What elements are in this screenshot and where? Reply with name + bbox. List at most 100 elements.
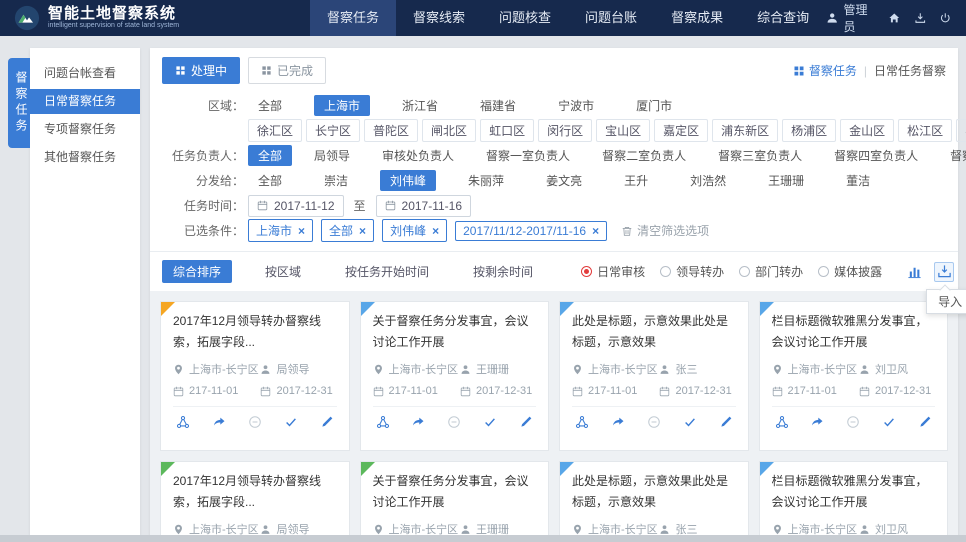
task-card[interactable]: 栏目标题微软雅黑分发事宜，会议讨论工作开展 上海市-长宁区 bbox=[759, 301, 949, 451]
assignee-option[interactable]: 崇洁 bbox=[314, 170, 358, 191]
top-nav-item[interactable]: 督察线索 bbox=[396, 0, 482, 36]
status-tab[interactable]: 处理中 bbox=[162, 57, 240, 84]
top-nav-item[interactable]: 问题台账 bbox=[568, 0, 654, 36]
sidebar-item[interactable]: 专项督察任务 bbox=[30, 117, 140, 142]
sort-option[interactable]: 综合排序 bbox=[162, 260, 232, 283]
remove-tag-icon[interactable]: × bbox=[432, 225, 439, 237]
assignee-option[interactable]: 刘伟峰 bbox=[380, 170, 436, 191]
assignee-option[interactable]: 刘浩然 bbox=[680, 170, 736, 191]
top-nav-item[interactable]: 督察成果 bbox=[654, 0, 740, 36]
top-nav-item[interactable]: 综合查询 bbox=[740, 0, 826, 36]
district-chip[interactable]: 浦东新区 bbox=[712, 119, 778, 142]
transfer-share-icon[interactable] bbox=[575, 415, 589, 429]
region-option[interactable]: 全部 bbox=[248, 95, 292, 116]
clear-filters-button[interactable]: 清空筛选选项 bbox=[621, 222, 709, 239]
district-chip[interactable]: 普陀区 bbox=[364, 119, 418, 142]
task-card[interactable]: 此处是标题，示意效果此处是标题，示意效果 上海市-长宁区 bbox=[559, 301, 749, 451]
suspend-icon[interactable] bbox=[447, 415, 461, 429]
owner-option[interactable]: 审核处负责人 bbox=[372, 145, 464, 166]
owner-option[interactable]: 督察一室负责人 bbox=[476, 145, 580, 166]
assignee-option[interactable]: 朱丽萍 bbox=[458, 170, 514, 191]
district-chip[interactable]: 嘉定区 bbox=[654, 119, 708, 142]
sort-option[interactable]: 按区域 bbox=[254, 260, 312, 283]
download-icon[interactable] bbox=[914, 11, 927, 25]
task-card[interactable]: 2017年12月领导转办督察线索，拓展字段... 上海市-长宁区 bbox=[160, 301, 350, 451]
transfer-share-icon[interactable] bbox=[376, 415, 390, 429]
top-nav-item[interactable]: 督察任务 bbox=[310, 0, 396, 36]
district-chip[interactable]: 徐汇区 bbox=[248, 119, 302, 142]
assignee-option[interactable]: 姜文亮 bbox=[536, 170, 592, 191]
owner-option[interactable]: 局领导 bbox=[304, 145, 360, 166]
task-card[interactable]: 关于督察任务分发事宜，会议讨论工作开展 上海市-长宁区 bbox=[360, 461, 550, 542]
category-radio[interactable]: 领导转办 bbox=[660, 263, 724, 280]
owner-option[interactable]: 督察二室负责人 bbox=[592, 145, 696, 166]
district-chip[interactable]: 金山区 bbox=[840, 119, 894, 142]
region-option[interactable]: 宁波市 bbox=[548, 95, 604, 116]
owner-option[interactable]: 全部 bbox=[248, 145, 292, 166]
district-chip[interactable]: 松江区 bbox=[898, 119, 952, 142]
category-radio[interactable]: 媒体披露 bbox=[818, 263, 882, 280]
top-nav-item[interactable]: 问题核查 bbox=[482, 0, 568, 36]
suspend-icon[interactable] bbox=[846, 415, 860, 429]
forward-icon[interactable] bbox=[810, 415, 824, 429]
suspend-icon[interactable] bbox=[248, 415, 262, 429]
home-icon[interactable] bbox=[888, 11, 901, 25]
region-option[interactable]: 上海市 bbox=[314, 95, 370, 116]
task-card[interactable]: 关于督察任务分发事宜，会议讨论工作开展 上海市-长宁区 bbox=[360, 301, 550, 451]
task-card[interactable]: 栏目标题微软雅黑分发事宜，会议讨论工作开展 上海市-长宁区 bbox=[759, 461, 949, 542]
sort-option[interactable]: 按剩余时间 bbox=[462, 260, 544, 283]
transfer-share-icon[interactable] bbox=[176, 415, 190, 429]
edit-pencil-icon[interactable] bbox=[719, 415, 733, 429]
edit-pencil-icon[interactable] bbox=[320, 415, 334, 429]
breadcrumb-root[interactable]: 督察任务 bbox=[793, 62, 857, 79]
remove-tag-icon[interactable]: × bbox=[298, 225, 305, 237]
region-option[interactable]: 厦门市 bbox=[626, 95, 682, 116]
suspend-icon[interactable] bbox=[647, 415, 661, 429]
assignee-option[interactable]: 王升 bbox=[614, 170, 658, 191]
owner-option[interactable]: 督察四室负责人 bbox=[824, 145, 928, 166]
region-option[interactable]: 浙江省 bbox=[392, 95, 448, 116]
edit-pencil-icon[interactable] bbox=[519, 415, 533, 429]
owner-option[interactable]: 督察三室负责人 bbox=[708, 145, 812, 166]
forward-icon[interactable] bbox=[611, 415, 625, 429]
assignee-option[interactable]: 王珊珊 bbox=[758, 170, 814, 191]
module-vertical-tab[interactable]: 督察任务 bbox=[8, 58, 30, 148]
district-chip[interactable]: 闸北区 bbox=[422, 119, 476, 142]
district-chip[interactable]: 宝山区 bbox=[596, 119, 650, 142]
sidebar-item[interactable]: 日常督察任务 bbox=[30, 89, 140, 114]
forward-icon[interactable] bbox=[212, 415, 226, 429]
assignee-option[interactable]: 全部 bbox=[248, 170, 292, 191]
transfer-share-icon[interactable] bbox=[775, 415, 789, 429]
user-menu[interactable]: 管理员 bbox=[826, 1, 875, 35]
category-radio[interactable]: 日常审核 bbox=[581, 263, 645, 280]
approve-check-icon[interactable] bbox=[683, 415, 697, 429]
task-card[interactable]: 2017年12月领导转办督察线索，拓展字段... 上海市-长宁区 bbox=[160, 461, 350, 542]
assignee-option[interactable]: 董洁 bbox=[836, 170, 880, 191]
import-button[interactable]: 导入 bbox=[934, 262, 954, 282]
horizontal-scrollbar[interactable] bbox=[0, 535, 966, 542]
remove-tag-icon[interactable]: × bbox=[359, 225, 366, 237]
district-chip[interactable]: 杨浦区 bbox=[782, 119, 836, 142]
edit-pencil-icon[interactable] bbox=[918, 415, 932, 429]
task-card[interactable]: 此处是标题，示意效果此处是标题，示意效果 上海市-长宁区 bbox=[559, 461, 749, 542]
region-option[interactable]: 福建省 bbox=[470, 95, 526, 116]
date-to-input[interactable]: 2017-11-16 bbox=[376, 195, 472, 217]
status-tab[interactable]: 已完成 bbox=[248, 57, 326, 84]
statistics-button[interactable] bbox=[904, 262, 924, 282]
sidebar-item[interactable]: 问题台帐查看 bbox=[30, 61, 140, 86]
district-chip[interactable]: 长宁区 bbox=[306, 119, 360, 142]
district-chip[interactable]: 闵行区 bbox=[538, 119, 592, 142]
owner-option[interactable]: 督察五室负责人 bbox=[940, 145, 966, 166]
approve-check-icon[interactable] bbox=[882, 415, 896, 429]
remove-tag-icon[interactable]: × bbox=[592, 225, 599, 237]
sort-option[interactable]: 按任务开始时间 bbox=[334, 260, 440, 283]
date-from-input[interactable]: 2017-11-12 bbox=[248, 195, 344, 217]
logout-power-icon[interactable] bbox=[939, 11, 952, 25]
approve-check-icon[interactable] bbox=[483, 415, 497, 429]
category-radio[interactable]: 部门转办 bbox=[739, 263, 803, 280]
approve-check-icon[interactable] bbox=[284, 415, 298, 429]
forward-icon[interactable] bbox=[411, 415, 425, 429]
sidebar-item[interactable]: 其他督察任务 bbox=[30, 145, 140, 170]
district-chip[interactable]: 虹口区 bbox=[480, 119, 534, 142]
district-chip[interactable]: 奉贤区 bbox=[956, 119, 966, 142]
